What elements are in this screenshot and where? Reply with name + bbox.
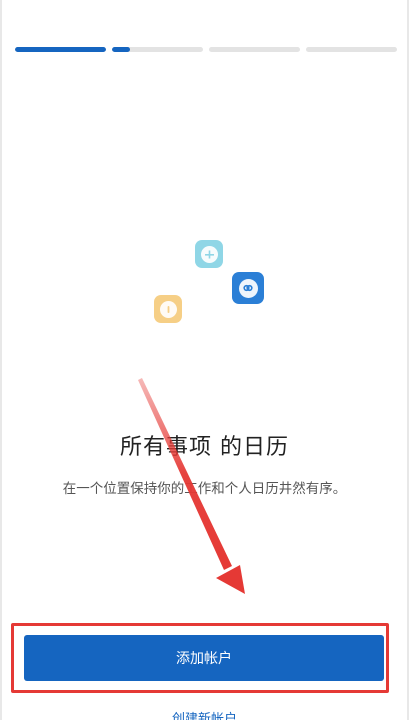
progress-step-2: [112, 47, 203, 52]
yellow-app-icon: [154, 295, 182, 323]
progress-step-1: [15, 47, 106, 52]
page-description: 在一个位置保持你的工作和个人日历井然有序。: [62, 481, 347, 497]
progress-step-3: [209, 47, 300, 52]
onboarding-screen: 所有事项 的日历 在一个位置保持你的工作和个人日历井然有序。 添加帐户 创建新帐…: [0, 0, 409, 720]
create-account-link[interactable]: 创建新帐户: [2, 708, 407, 720]
page-title: 所有事项 的日历: [120, 435, 289, 460]
blue-app-icon: [232, 272, 264, 304]
progress-step-4: [306, 47, 397, 52]
add-account-button[interactable]: 添加帐户: [24, 635, 384, 681]
annotation-arrow-icon: [138, 378, 245, 594]
step-progress-indicator: [15, 47, 397, 53]
teal-app-icon: [195, 240, 223, 268]
